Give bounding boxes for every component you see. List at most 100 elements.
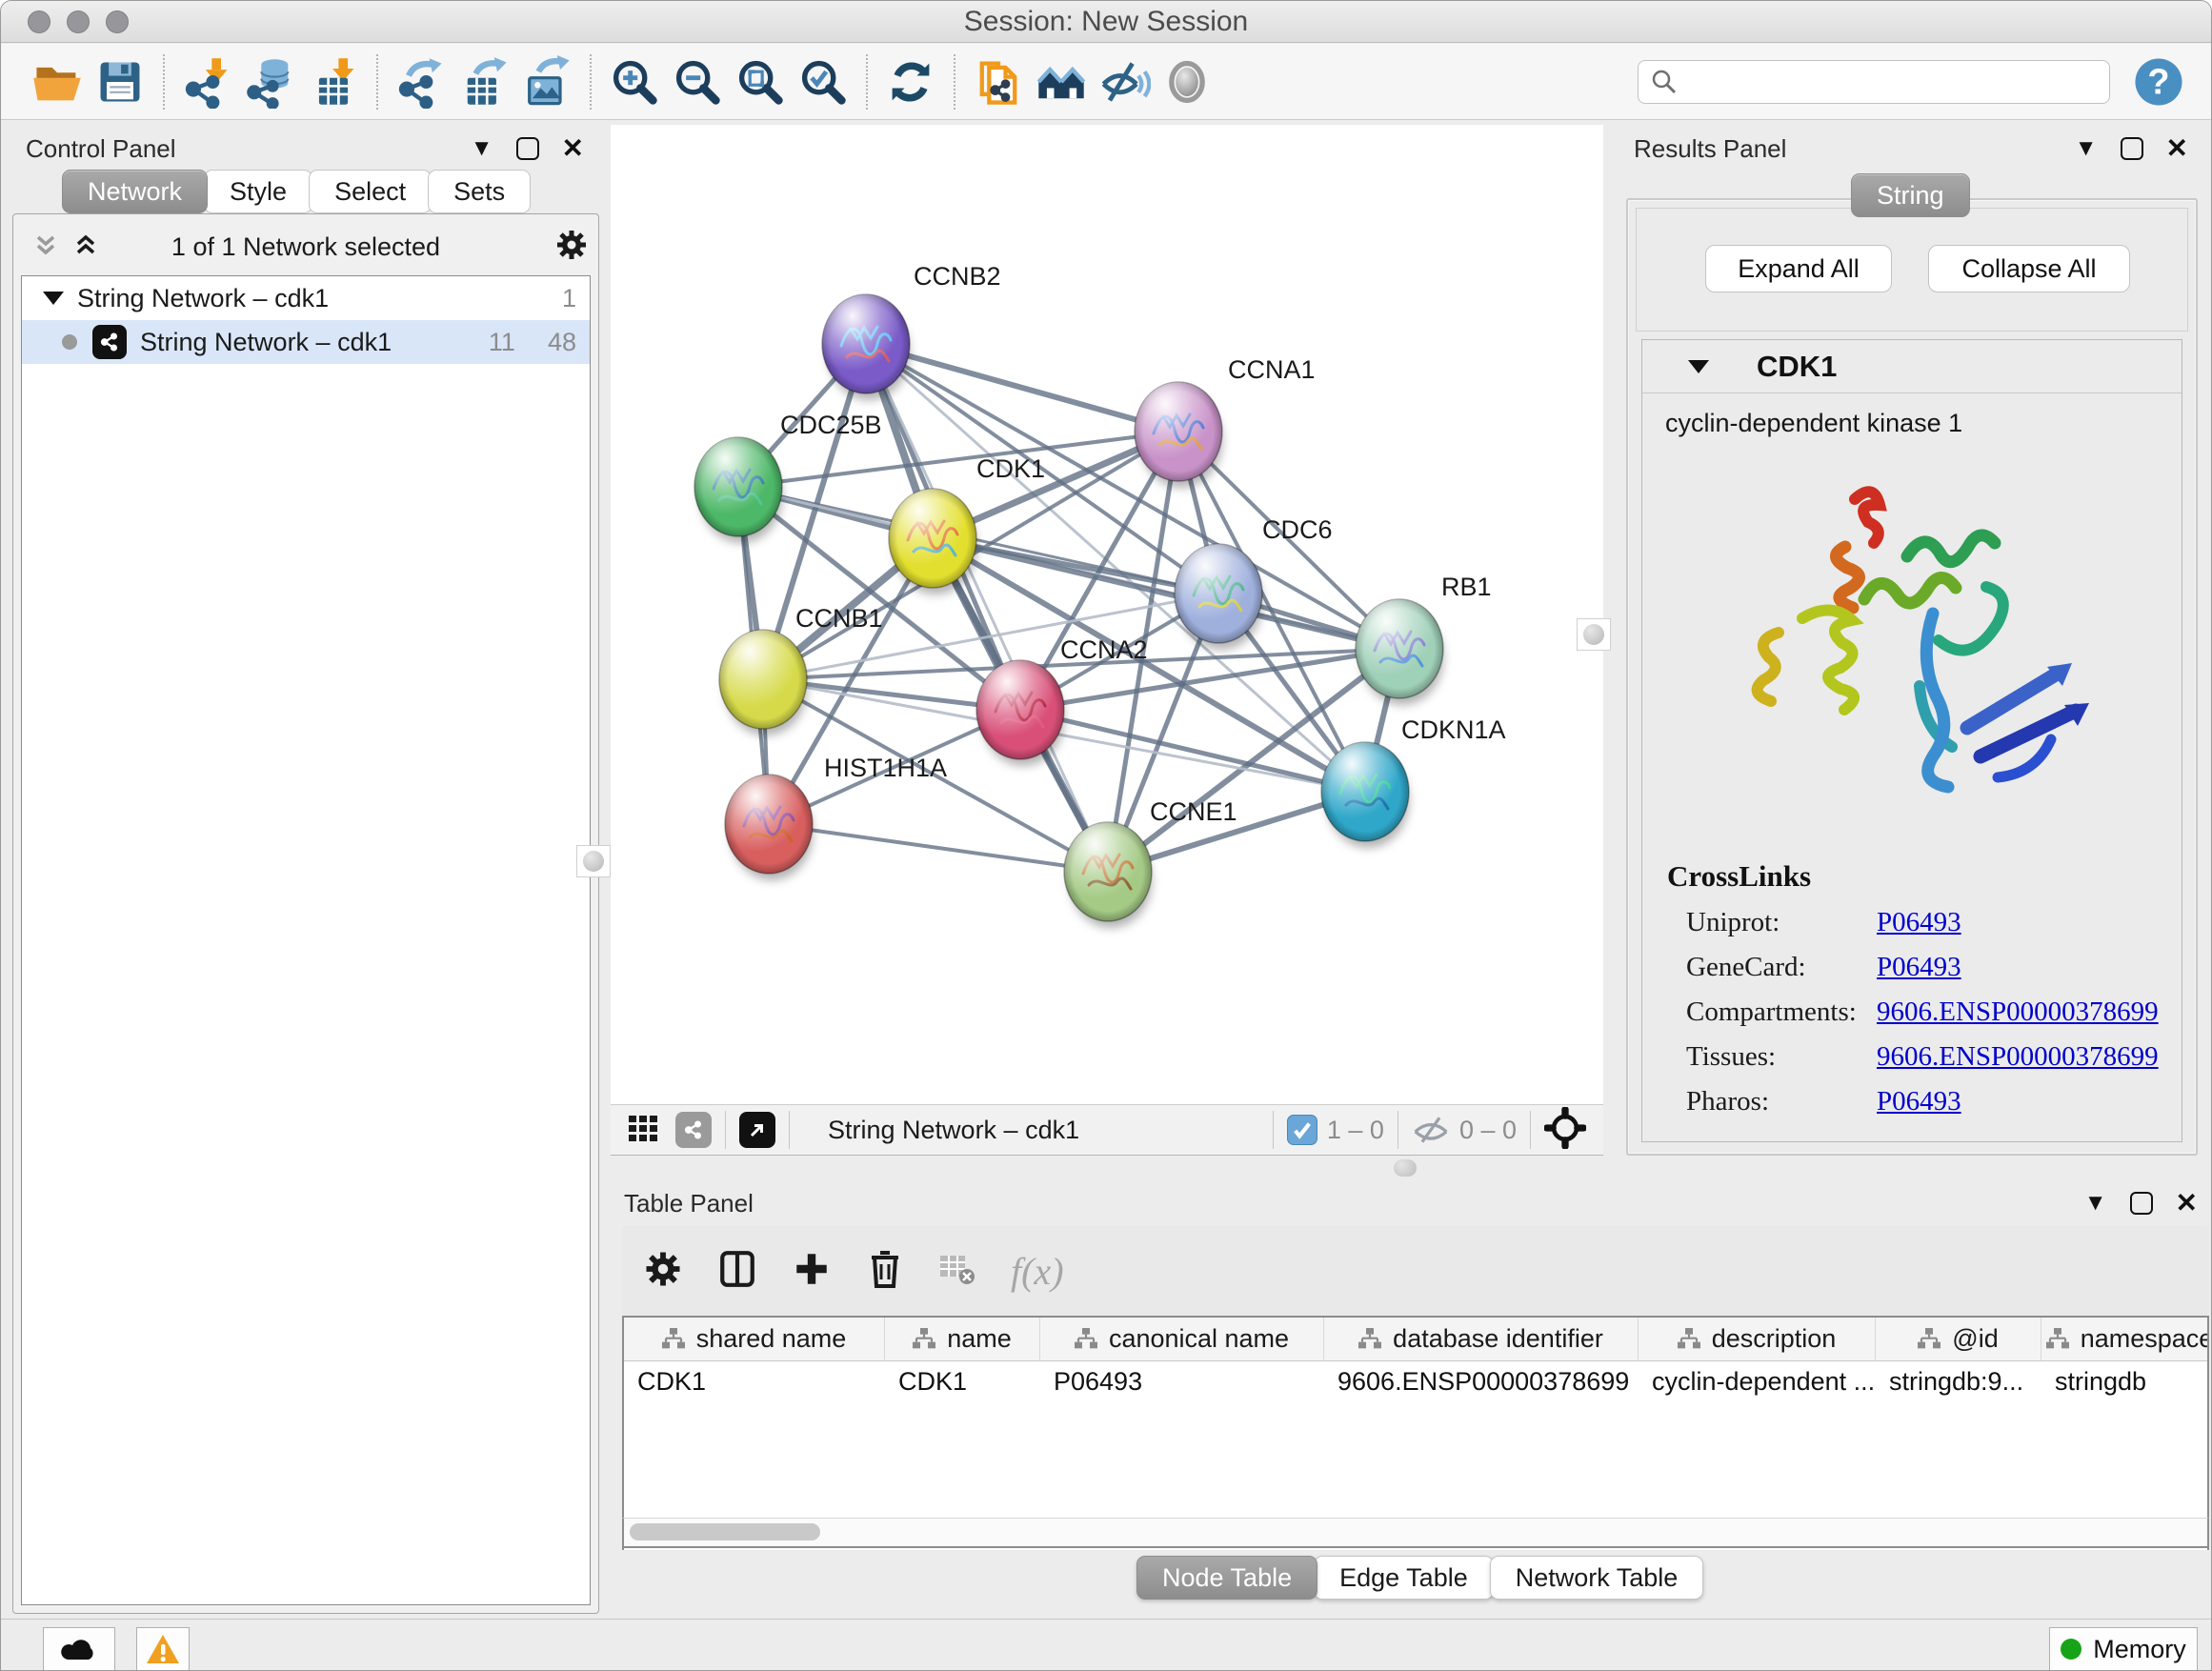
column-header-name[interactable]: name <box>885 1318 1040 1360</box>
table-horizontal-scrollbar[interactable] <box>622 1518 2209 1548</box>
function-builder-button[interactable]: f(x) <box>1011 1249 1064 1294</box>
open-session-button[interactable] <box>26 51 89 112</box>
zoom-selected-button[interactable] <box>792 51 855 112</box>
graph-node-CDKN1A[interactable] <box>1321 742 1409 848</box>
gene-card-header[interactable]: CDK1 <box>1642 340 2182 393</box>
float-panel-button[interactable]: ▼ <box>471 137 493 160</box>
graph-node-RB1[interactable] <box>1356 599 1443 705</box>
tab-sets[interactable]: Sets <box>428 170 531 213</box>
close-window-button[interactable] <box>28 10 50 33</box>
control-panel-title: Control Panel <box>26 134 176 164</box>
column-header-description[interactable]: description <box>1639 1318 1876 1360</box>
tab-node-table[interactable]: Node Table <box>1136 1556 1317 1600</box>
create-column-button[interactable] <box>792 1249 832 1294</box>
close-panel-button[interactable]: ✕ <box>2176 1190 2198 1217</box>
left-splitter-handle[interactable] <box>576 845 611 877</box>
table-row[interactable]: CDK1CDK1P064939606.ENSP00000378699cyclin… <box>624 1361 2207 1401</box>
level-of-detail-button[interactable] <box>1156 51 1218 112</box>
crosslink-link[interactable]: 9606.ENSP00000378699 <box>1877 997 2159 1028</box>
maximize-panel-button[interactable] <box>516 137 539 160</box>
network-view[interactable]: CCNB2CCNA1CDC25BCDK1CDC6RB1CCNB1CCNA2CDK… <box>611 125 1603 1104</box>
float-panel-button[interactable]: ▼ <box>2084 1192 2107 1215</box>
graph-node-CCNA1[interactable] <box>1135 382 1222 488</box>
table-options-button[interactable] <box>643 1249 683 1294</box>
tab-network[interactable]: Network <box>62 170 208 213</box>
memory-button[interactable]: Memory <box>2049 1627 2198 1671</box>
zoom-out-button[interactable] <box>666 51 729 112</box>
column-header-canonical-name[interactable]: canonical name <box>1040 1318 1324 1360</box>
selected-checkbox[interactable] <box>1287 1115 1317 1145</box>
crosslink-link[interactable]: P06493 <box>1877 1086 1961 1117</box>
maximize-window-button[interactable] <box>106 10 129 33</box>
grid-view-button[interactable] <box>626 1110 662 1151</box>
search-input[interactable] <box>1688 67 2098 96</box>
save-session-button[interactable] <box>89 51 151 112</box>
export-table-button[interactable] <box>452 51 515 112</box>
scrollbar-thumb[interactable] <box>630 1523 820 1540</box>
minimize-window-button[interactable] <box>67 10 90 33</box>
results-panel-title: Results Panel <box>1634 134 1786 164</box>
first-neighbors-button[interactable] <box>1030 51 1093 112</box>
crosslink-link[interactable]: P06493 <box>1877 952 1961 983</box>
graph-node-CDK1[interactable] <box>889 489 976 594</box>
crosslink-link[interactable]: 9606.ENSP00000378699 <box>1877 1041 2159 1073</box>
column-header-shared-name[interactable]: shared name <box>624 1318 885 1360</box>
fit-selected-button[interactable] <box>1544 1107 1586 1154</box>
check-icon <box>1292 1119 1313 1140</box>
network-panel-body: 1 of 1 Network selected String Network –… <box>12 213 599 1614</box>
refresh-icon <box>884 55 937 109</box>
cloud-status-button[interactable] <box>43 1627 115 1671</box>
graph-node-CCNE1[interactable] <box>1064 822 1152 928</box>
collapse-all-button[interactable]: Collapse All <box>1928 245 2130 292</box>
expand-all-button[interactable]: Expand All <box>1705 245 1892 292</box>
help-button[interactable]: ? <box>2131 54 2186 110</box>
zoom-in-button[interactable] <box>603 51 666 112</box>
disclosure-triangle-icon[interactable] <box>1688 360 1709 373</box>
save-icon <box>93 55 147 109</box>
new-network-from-selection-button[interactable] <box>967 51 1030 112</box>
show-hide-graphics-details-button[interactable] <box>1093 51 1156 112</box>
import-network-file-button[interactable] <box>176 51 239 112</box>
show-columns-button[interactable] <box>717 1249 757 1294</box>
maximize-panel-button[interactable] <box>2130 1192 2153 1215</box>
column-type-icon <box>662 1328 685 1351</box>
maximize-panel-button[interactable] <box>2121 137 2143 160</box>
column-header-database-identifier[interactable]: database identifier <box>1324 1318 1639 1360</box>
network-share-toggle[interactable] <box>675 1112 712 1148</box>
graph-node-CCNB2[interactable] <box>822 294 910 400</box>
right-splitter-handle[interactable] <box>1577 618 1611 651</box>
zoom-fit-button[interactable] <box>729 51 792 112</box>
column-header-namespace[interactable]: namespace <box>2041 1318 2209 1360</box>
horizontal-splitter-handle[interactable] <box>1394 1159 1417 1177</box>
results-panel-header: Results Panel ▼ ✕ <box>1620 128 2203 170</box>
delete-table-button[interactable] <box>938 1252 976 1291</box>
export-network-button[interactable] <box>390 51 452 112</box>
import-network-database-button[interactable] <box>239 51 302 112</box>
tab-edge-table[interactable]: Edge Table <box>1314 1556 1494 1600</box>
network-tree-root-row[interactable]: String Network – cdk1 1 <box>22 276 590 320</box>
graph-node-CCNB1[interactable] <box>719 630 807 735</box>
graph-node-HIST1H1A[interactable] <box>725 775 813 880</box>
tab-network-table[interactable]: Network Table <box>1490 1556 1704 1600</box>
import-table-file-button[interactable] <box>302 51 365 112</box>
graph-node-CDC25B[interactable] <box>694 437 782 543</box>
column-header--id[interactable]: @id <box>1876 1318 2041 1360</box>
disclosure-triangle-icon[interactable] <box>43 292 64 305</box>
tab-select[interactable]: Select <box>309 170 432 213</box>
refresh-view-button[interactable] <box>879 51 942 112</box>
birds-eye-view-button[interactable] <box>739 1112 775 1148</box>
tab-string[interactable]: String <box>1851 173 1970 217</box>
close-panel-button[interactable]: ✕ <box>2166 135 2188 162</box>
delete-column-button[interactable] <box>866 1249 904 1294</box>
network-view-toolbar: String Network – cdk1 1 – 0 0 – 0 <box>611 1104 1603 1156</box>
network-tree-row[interactable]: String Network – cdk1 11 48 <box>22 320 590 364</box>
tab-style[interactable]: Style <box>204 170 312 213</box>
graph-node-CCNA2[interactable] <box>976 660 1064 766</box>
graph-edge-CCNB2-CCNE1[interactable] <box>866 344 1108 872</box>
export-image-button[interactable] <box>515 51 578 112</box>
float-panel-button[interactable]: ▼ <box>2075 137 2098 160</box>
graph-edge-HIST1H1A-CCNE1[interactable] <box>769 824 1108 872</box>
crosslink-link[interactable]: P06493 <box>1877 907 1961 938</box>
warning-status-button[interactable] <box>136 1627 190 1671</box>
close-panel-button[interactable]: ✕ <box>562 135 584 162</box>
